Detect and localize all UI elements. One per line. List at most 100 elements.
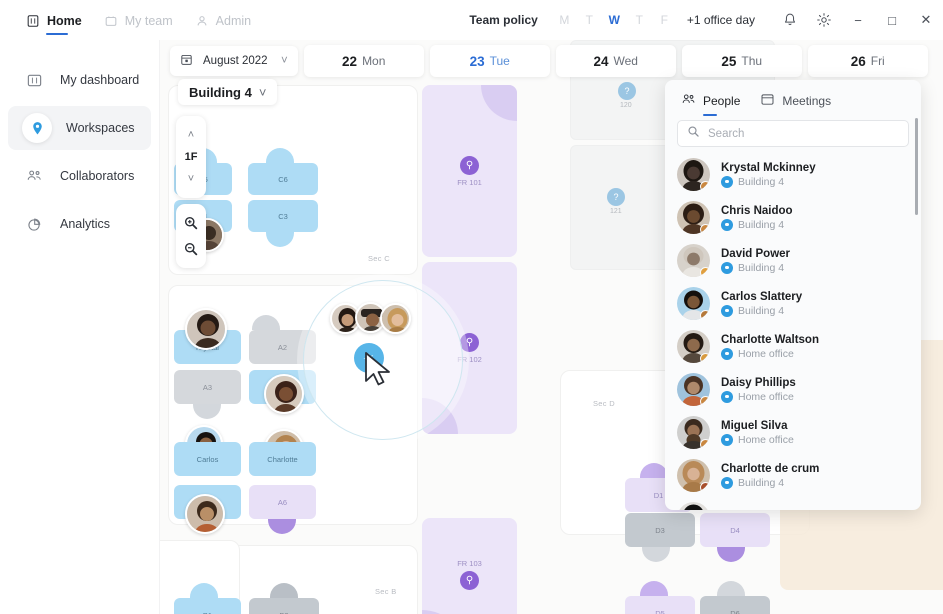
floor-current-label: 1F [184, 151, 198, 163]
person-row-daisy-phillips[interactable]: Daisy Phillips Home office [665, 368, 921, 411]
policy-day-fri[interactable]: F [652, 13, 677, 27]
meeting-room-fr-103-label: FR 103 [457, 558, 482, 568]
person-row-miguel-silva[interactable]: Miguel Silva Home office [665, 411, 921, 454]
person-location: Building 4 [721, 304, 802, 317]
status-badge [700, 482, 710, 492]
people-panel-scrollbar[interactable] [915, 118, 918, 215]
title-bar: Home My team Admin Team policy M T W T F… [0, 0, 943, 40]
fr103-wedge [422, 610, 466, 614]
avatar [677, 330, 710, 363]
person-row-carlos-slattery[interactable]: Carlos Slattery Building 4 [665, 282, 921, 325]
person-row-charlotte-de-crum[interactable]: Charlotte de crum Building 4 [665, 454, 921, 497]
person-name: Charlotte Waltson [721, 333, 819, 346]
map-avatar-daisy [185, 494, 225, 534]
day-card-23-name: Tue [489, 54, 510, 68]
location-pin-small-icon [721, 347, 733, 360]
meeting-room-fr-103[interactable]: ⚲ FR 103 [422, 518, 517, 614]
policy-day-wed[interactable]: W [602, 13, 627, 27]
nav-tab-home-underline [46, 32, 68, 35]
sidebar-item-workspaces-label: Workspaces [66, 121, 135, 135]
nav-tab-admin[interactable]: Admin [187, 8, 261, 32]
person-row-david-power[interactable]: David Power Building 4 [665, 239, 921, 282]
day-card-22-num: 22 [342, 53, 358, 69]
people-panel: People Meetings Search Krystal Mckinney … [665, 80, 921, 510]
month-label: August 2022 [203, 55, 268, 67]
chair-d4 [717, 547, 745, 562]
person-location-label: Building 4 [738, 175, 785, 188]
person-row-chris-naidoo[interactable]: Chris Naidoo Building 4 [665, 196, 921, 239]
room-121-label: 121 [610, 208, 622, 215]
meeting-room-fr-102[interactable]: ⚲ FR 102 [422, 262, 517, 434]
day-card-25-thu[interactable]: 25 Thu [681, 45, 802, 77]
policy-day-thu[interactable]: T [627, 13, 652, 27]
building-selector[interactable]: Building 4 ˅ [178, 79, 278, 105]
search-box[interactable] [677, 120, 909, 147]
panel-tabs: People Meetings [665, 80, 921, 117]
person-location-label: Home office [738, 347, 794, 360]
notification-bell-icon[interactable] [773, 0, 807, 40]
sidebar-item-my-dashboard-label: My dashboard [60, 73, 140, 87]
status-badge [700, 267, 710, 277]
person-row-katri-ahokas[interactable]: Katri Ahokas [665, 497, 921, 510]
nav-tab-home[interactable]: Home [18, 8, 92, 35]
person-location-label: Building 4 [738, 261, 785, 274]
floor-control: ˄ 1F ˅ [176, 116, 206, 198]
meeting-room-fr-101[interactable]: ⚲ FR 101 [422, 85, 517, 257]
window-maximize-button[interactable]: □ [875, 0, 909, 40]
zoom-in-icon[interactable] [176, 210, 206, 236]
day-card-22-mon[interactable]: 22 Mon [303, 45, 424, 77]
nav-tab-admin-label: Admin [215, 14, 252, 28]
desk-c3: C3 [248, 200, 318, 232]
floor-up-button[interactable]: ˄ [176, 122, 206, 148]
search-icon [687, 125, 700, 143]
desk-b1: B1 [174, 598, 241, 614]
window-minimize-button[interactable]: − [841, 0, 875, 40]
sidebar-item-collaborators[interactable]: Collaborators [8, 154, 151, 198]
dashboard-icon [22, 68, 46, 92]
day-card-24-wed[interactable]: 24 Wed [555, 45, 676, 77]
section-label-sec-d: Sec D [593, 399, 615, 408]
window-close-button[interactable]: ✕ [909, 0, 943, 40]
chair-d6 [717, 581, 745, 596]
desk-c6: C6 [248, 163, 318, 195]
zoom-control [176, 204, 206, 268]
floor-down-button[interactable]: ˅ [176, 166, 206, 192]
meeting-room-fr-101-label: FR 101 [457, 177, 482, 187]
avatar [677, 158, 710, 191]
settings-gear-icon[interactable] [807, 0, 841, 40]
meeting-room-icon: ⚲ [460, 332, 479, 352]
panel-tab-meetings[interactable]: Meetings [760, 92, 831, 117]
day-card-23-num: 23 [469, 53, 485, 69]
desk-a6: A6 [249, 485, 316, 519]
person-location: Building 4 [721, 175, 816, 188]
person-location: Building 4 [721, 261, 790, 274]
sidebar-item-my-dashboard[interactable]: My dashboard [8, 58, 151, 102]
team-icon [104, 14, 118, 28]
panel-tab-people-underline [703, 113, 717, 116]
day-card-23-tue[interactable]: 23 Tue [429, 45, 550, 77]
month-selector[interactable]: August 2022 ˅ [170, 46, 298, 76]
room-120-label: 120 [620, 102, 632, 109]
lens-desk-seat-badge[interactable]: ⎈ [354, 343, 384, 373]
room-121-icon: ? [607, 188, 625, 206]
panel-tab-people[interactable]: People [681, 92, 740, 117]
desk-a3: A3 [174, 370, 241, 404]
day-card-24-name: Wed [613, 54, 638, 68]
main-nav-tabs: Home My team Admin [18, 8, 261, 35]
sidebar-item-workspaces[interactable]: Workspaces [8, 106, 151, 150]
zoom-out-icon[interactable] [176, 236, 206, 262]
policy-day-mon[interactable]: M [552, 13, 577, 27]
policy-day-tue[interactable]: T [577, 13, 602, 27]
nav-tab-my-team[interactable]: My team [96, 8, 183, 32]
day-card-26-fri[interactable]: 26 Fri [807, 45, 928, 77]
person-row-charlotte-waltson[interactable]: Charlotte Waltson Home office [665, 325, 921, 368]
status-badge [700, 353, 710, 363]
avatar [677, 502, 710, 510]
day-card-25-num: 25 [721, 53, 737, 69]
person-row-krystal-mckinney[interactable]: Krystal Mckinney Building 4 [665, 153, 921, 196]
sidebar-item-collaborators-label: Collaborators [60, 169, 135, 183]
search-input[interactable] [708, 127, 899, 140]
person-name: Carlos Slattery [721, 290, 803, 303]
sidebar-item-analytics[interactable]: Analytics [8, 202, 151, 246]
person-location-label: Building 4 [738, 476, 785, 489]
